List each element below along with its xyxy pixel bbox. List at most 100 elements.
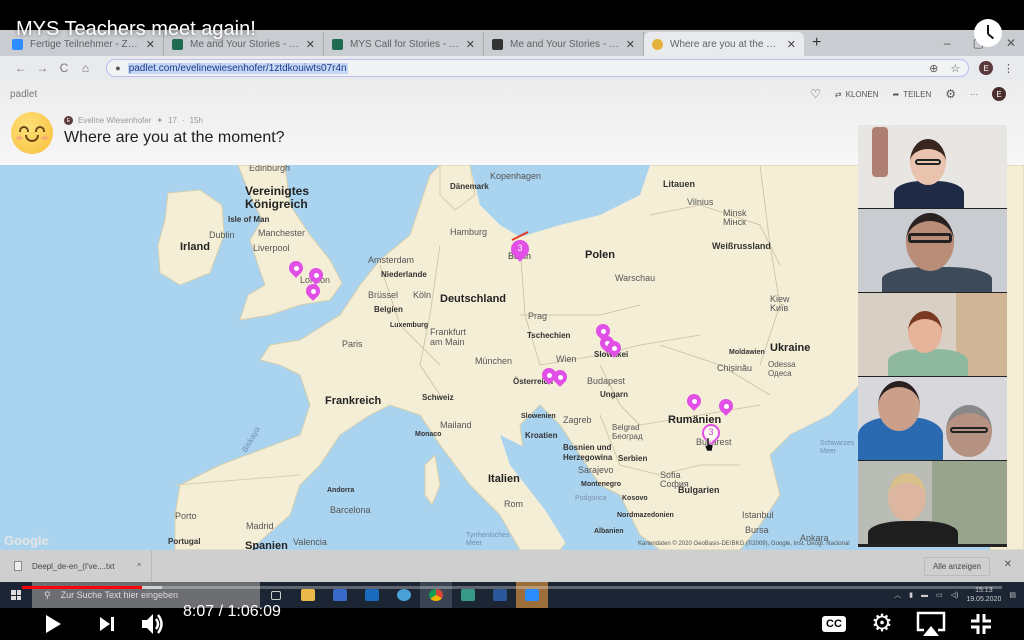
profile-avatar[interactable]: E	[979, 61, 993, 75]
map-label-country: Kosovo	[622, 495, 648, 502]
speaker-icon[interactable]: ◁)	[951, 591, 959, 599]
next-button[interactable]	[92, 608, 122, 640]
browser-tab-active[interactable]: Where are you at the moment? ✕	[644, 32, 804, 56]
like-button[interactable]: ♡	[810, 87, 821, 101]
map-pin[interactable]	[286, 258, 306, 280]
minimize-button[interactable]: –	[944, 36, 951, 50]
map-label-city: Frankfurt am Main	[430, 327, 467, 347]
map-label-country: Bosnien und Herzegowina	[563, 443, 613, 462]
notifications-icon[interactable]: ▤	[1009, 591, 1016, 599]
airplay-button[interactable]	[914, 608, 948, 640]
map-label-country: Kroatien	[525, 431, 558, 440]
close-download-bar-button[interactable]: ✕	[1004, 559, 1012, 570]
browser-menu-icon[interactable]: ⋮	[1003, 62, 1014, 75]
more-button[interactable]: ···	[970, 90, 978, 99]
map-pin-cluster[interactable]: 3	[507, 236, 533, 262]
watch-later-clock-icon[interactable]	[974, 19, 1002, 47]
map-label-country: Moldawien	[729, 349, 765, 356]
browser-tab[interactable]: MYS Call for Stories - atempo ✕	[324, 32, 484, 56]
battery-icon[interactable]: ▬	[921, 592, 928, 599]
clone-label: KLONEN	[845, 89, 879, 99]
map-label-city: Podgorica	[575, 495, 607, 502]
settings-gear-icon[interactable]: ⚙	[945, 87, 956, 101]
network-icon[interactable]: ▭	[936, 591, 943, 599]
video-time: 8:07 / 1:06:09	[183, 603, 281, 621]
participant-video[interactable]	[858, 377, 1007, 460]
separator: ·	[181, 116, 185, 125]
show-all-downloads-button[interactable]: Alle anzeigen	[923, 557, 990, 576]
share-icon: ➦	[892, 89, 900, 99]
author-name[interactable]: Eveline Wiesenhofer	[78, 116, 151, 125]
participant-body	[888, 349, 968, 376]
video-progress-bar[interactable]	[22, 586, 1002, 589]
duration: 1:06:09	[227, 603, 281, 620]
map-label-city: Warschau	[615, 273, 656, 283]
microphone-icon[interactable]: ▮	[909, 591, 913, 599]
url-text[interactable]: padlet.com/evelinewiesenhofer/1ztdkouiwt…	[127, 62, 348, 74]
map-pin[interactable]	[303, 281, 323, 303]
padlet-logo[interactable]: padlet	[10, 89, 37, 100]
exit-fullscreen-button[interactable]	[966, 608, 996, 640]
video-title[interactable]: MYS Teachers meet again!	[16, 18, 256, 41]
participant-video[interactable]	[858, 125, 1007, 208]
map-label-country: Luxemburg	[390, 322, 429, 329]
played-bar	[22, 586, 142, 589]
participant-video[interactable]	[858, 293, 1007, 376]
user-avatar[interactable]: E	[992, 87, 1006, 101]
google-logo: Google	[4, 533, 49, 548]
map-pin[interactable]	[604, 338, 624, 360]
padlet-actions: ♡ ⇄ KLONEN ➦ TEILEN ⚙ ··· E	[810, 87, 1006, 101]
glasses	[908, 233, 952, 243]
clone-button[interactable]: ⇄ KLONEN	[835, 90, 879, 99]
map-label-city: Valencia	[293, 537, 327, 547]
participant-video[interactable]	[858, 209, 1007, 292]
map-pin[interactable]	[716, 396, 736, 418]
map-label-city: Manchester	[258, 228, 306, 238]
map-pin[interactable]	[550, 367, 570, 389]
star-icon[interactable]: ☆	[950, 62, 960, 75]
participant-face	[888, 473, 926, 521]
smiling-face-icon	[11, 112, 53, 154]
zoom-plus-icon[interactable]: ⊕	[929, 62, 938, 75]
lock-icon: ●	[115, 63, 121, 73]
home-button[interactable]: ⌂	[75, 61, 97, 75]
file-icon	[14, 561, 22, 571]
back-button[interactable]: ←	[10, 61, 32, 75]
cluster-count: 3	[517, 243, 523, 253]
close-window-button[interactable]: ✕	[1006, 36, 1016, 50]
reload-button[interactable]: C	[53, 61, 75, 75]
download-item[interactable]: Deepl_de-en_(I've....txt ^	[0, 550, 152, 582]
tab-close-icon[interactable]: ✕	[306, 38, 315, 51]
post-count-icon: ✦	[156, 116, 164, 125]
map-label-city: Paris	[342, 339, 363, 349]
url-input[interactable]: ● padlet.com/evelinewiesenhofer/1ztdkoui…	[106, 59, 970, 77]
share-button[interactable]: ➦ TEILEN	[893, 90, 932, 99]
forward-button[interactable]: →	[32, 61, 54, 75]
map-pin[interactable]	[684, 391, 704, 413]
chevron-up-icon[interactable]: ^	[137, 562, 141, 571]
settings-button[interactable]: ⚙	[868, 608, 896, 640]
map-label-country: Niederlande	[381, 270, 427, 279]
post-age: 15h	[189, 116, 204, 125]
map-label-island: Isle of Man	[228, 215, 270, 224]
captions-button[interactable]: CC	[820, 608, 848, 640]
map-attribution[interactable]: Kartendaten © 2020 GeoBasis-DE/BKG (©200…	[638, 541, 850, 547]
mouse-cursor-icon	[704, 438, 714, 452]
map-label-country: Litauen	[663, 179, 696, 189]
map-label-city: Hamburg	[450, 227, 488, 237]
map-label-city: Odessa Одеса	[768, 360, 796, 378]
play-button[interactable]	[38, 608, 68, 640]
map-label-country: Italien	[488, 473, 520, 485]
taskbar-search-placeholder: Zur Suche Text hier eingeben	[60, 590, 179, 600]
tray-chevron-icon[interactable]: ︿	[894, 590, 901, 600]
clone-icon: ⇄	[834, 89, 842, 99]
browser-tab[interactable]: Me and Your Stories - MYS - Wiki ✕	[484, 32, 644, 56]
volume-button[interactable]	[138, 608, 168, 640]
participant-video[interactable]	[858, 461, 1007, 544]
tab-close-icon[interactable]: ✕	[787, 38, 796, 51]
airplay-icon	[916, 611, 946, 636]
map-label-country: Slowenien	[521, 413, 556, 420]
new-tab-button[interactable]: +	[804, 32, 829, 56]
tab-close-icon[interactable]: ✕	[466, 38, 475, 51]
tab-close-icon[interactable]: ✕	[626, 38, 635, 51]
